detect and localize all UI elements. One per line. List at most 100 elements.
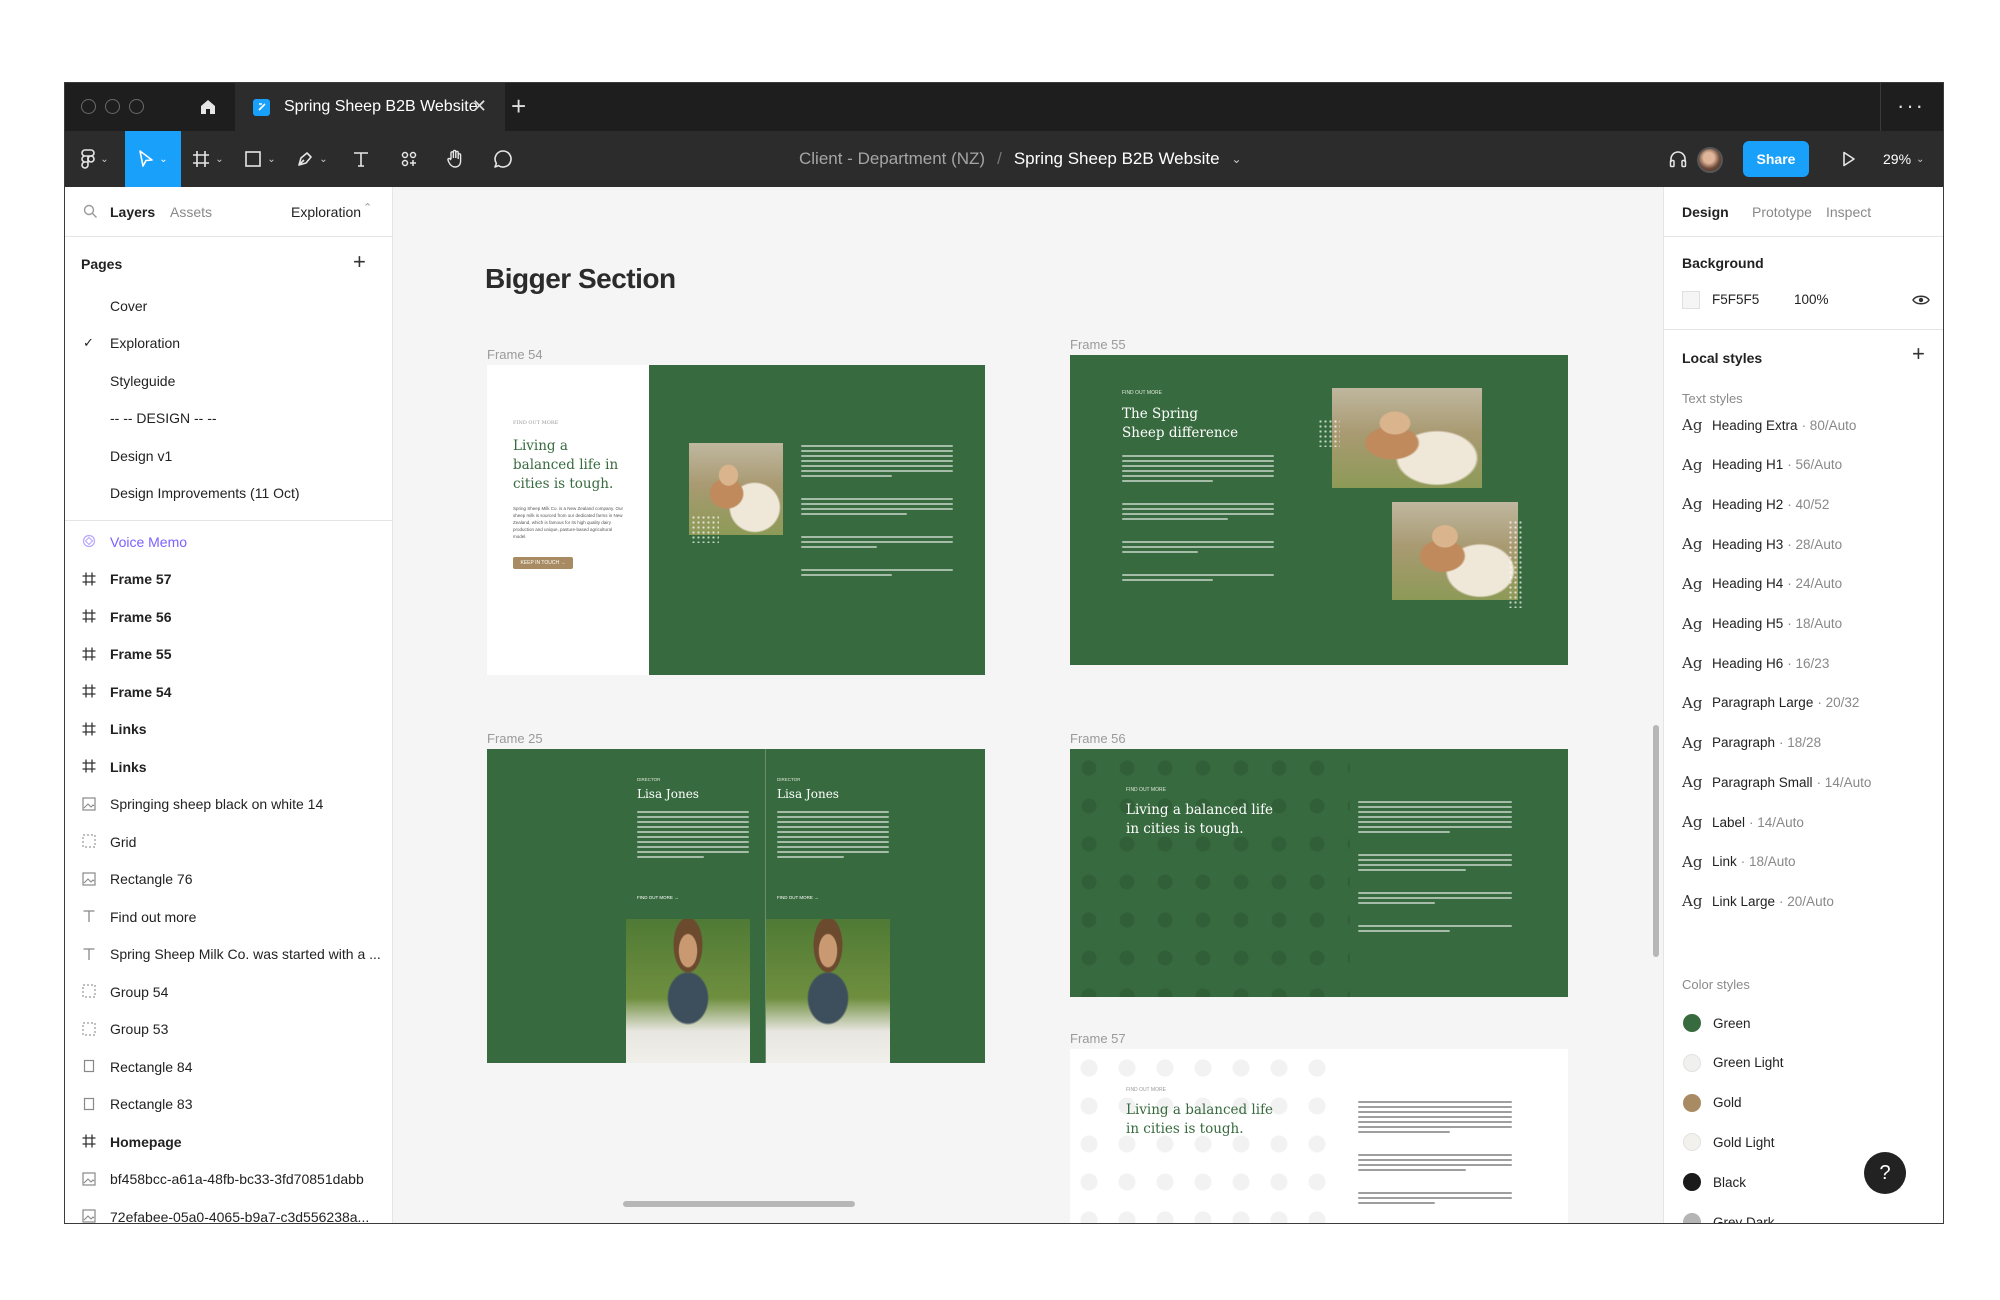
layer-item[interactable]: Frame 55 [65, 636, 392, 674]
color-style-item[interactable]: Black [1682, 1170, 1746, 1194]
text-style-item[interactable]: Ag Heading H2 · 40/52 [1682, 492, 1829, 516]
new-tab-button[interactable]: + [511, 91, 526, 122]
avatar[interactable] [1697, 147, 1723, 173]
text-style-item[interactable]: Ag Link · 18/Auto [1682, 850, 1796, 874]
frame-label[interactable]: Frame 56 [1070, 731, 1126, 746]
layer-item[interactable]: Links [65, 748, 392, 786]
tab-design[interactable]: Design [1682, 204, 1729, 220]
layer-item[interactable]: Frame 57 [65, 561, 392, 599]
layer-item[interactable]: Voice Memo [65, 523, 392, 561]
text-style-item[interactable]: Ag Paragraph Large · 20/32 [1682, 691, 1859, 715]
layer-item[interactable]: Find out more [65, 898, 392, 936]
background-swatch[interactable] [1682, 291, 1700, 309]
chevron-up-icon[interactable]: ⌃ [363, 201, 372, 214]
layer-item[interactable]: Rectangle 84 [65, 1048, 392, 1086]
frame-25[interactable]: DIRECTOR Lisa Jones FIND OUT MORE → DIRE… [487, 749, 985, 1063]
breadcrumb-project[interactable]: Client - Department (NZ) [799, 149, 985, 169]
page-item[interactable]: -- -- DESIGN -- -- [65, 400, 392, 438]
frame-label[interactable]: Frame 55 [1070, 337, 1126, 352]
horizontal-scrollbar[interactable] [623, 1201, 855, 1207]
page-item[interactable]: Styleguide [65, 362, 392, 400]
close-tab-icon[interactable]: ✕ [472, 96, 487, 117]
tab-prototype[interactable]: Prototype [1752, 204, 1812, 220]
text-style-item[interactable]: Ag Label · 14/Auto [1682, 810, 1804, 834]
eye-icon[interactable] [1912, 293, 1930, 307]
frame-label[interactable]: Frame 57 [1070, 1031, 1126, 1046]
help-button[interactable]: ? [1864, 1152, 1906, 1194]
main-menu-button[interactable]: ⌄ [65, 131, 125, 187]
find-out-more-link[interactable]: FIND OUT MORE → [637, 895, 679, 900]
layer-item[interactable]: Frame 54 [65, 673, 392, 711]
layer-item[interactable]: Rectangle 83 [65, 1086, 392, 1124]
frame-label[interactable]: Frame 25 [487, 731, 543, 746]
layer-item[interactable]: Frame 56 [65, 598, 392, 636]
text-style-item[interactable]: Ag Heading Extra · 80/Auto [1682, 413, 1856, 437]
text-style-item[interactable]: Ag Paragraph · 18/28 [1682, 731, 1821, 755]
zoom-dropdown[interactable]: 29% ⌄ [1883, 131, 1924, 187]
audio-button[interactable] [1663, 131, 1693, 187]
frame-54[interactable]: FIND OUT MORE Living a balanced life in … [487, 365, 985, 675]
layer-item[interactable]: Group 53 [65, 1011, 392, 1049]
frame-label[interactable]: Frame 54 [487, 347, 543, 362]
tab-inspect[interactable]: Inspect [1826, 204, 1871, 220]
text-style-item[interactable]: Ag Heading H5 · 18/Auto [1682, 612, 1842, 636]
tab-layers[interactable]: Layers [110, 204, 155, 220]
add-page-icon[interactable]: + [353, 249, 366, 275]
frame-56[interactable]: FIND OUT MORE Living a balanced life in … [1070, 749, 1568, 997]
close-window-button[interactable] [81, 99, 96, 114]
minimize-window-button[interactable] [105, 99, 120, 114]
text-tool[interactable] [341, 131, 381, 187]
color-style-item[interactable]: Green [1682, 1011, 1751, 1035]
pen-tool[interactable]: ⌄ [287, 131, 337, 187]
file-tab[interactable]: Spring Sheep B2B Website ✕ [235, 83, 505, 131]
frame-tool[interactable]: ⌄ [183, 131, 233, 187]
color-style-item[interactable]: Gold [1682, 1091, 1742, 1115]
more-options-icon[interactable]: ··· [1897, 93, 1925, 119]
text-style-item[interactable]: Ag Heading H3 · 28/Auto [1682, 532, 1842, 556]
present-button[interactable] [1833, 131, 1865, 187]
text-style-item[interactable]: Ag Paragraph Small · 14/Auto [1682, 770, 1871, 794]
text-style-item[interactable]: Ag Heading H6 · 16/23 [1682, 651, 1829, 675]
layer-item[interactable]: Springing sheep black on white 14 [65, 786, 392, 824]
vertical-scrollbar[interactable] [1653, 725, 1659, 957]
layer-item[interactable]: Group 54 [65, 973, 392, 1011]
tab-assets[interactable]: Assets [170, 204, 212, 220]
text-style-item[interactable]: Ag Link Large · 20/Auto [1682, 889, 1834, 913]
canvas[interactable]: Bigger Section Frame 54 FIND OUT MORE Li… [393, 187, 1663, 1223]
color-style-item[interactable]: Grey Dark [1682, 1210, 1775, 1223]
page-item[interactable]: Cover [65, 287, 392, 325]
share-button[interactable]: Share [1743, 141, 1809, 177]
shape-tool[interactable]: ⌄ [235, 131, 285, 187]
frame-57[interactable]: FIND OUT MORE Living a balanced life in … [1070, 1049, 1568, 1223]
breadcrumb-file-name[interactable]: Spring Sheep B2B Website [1014, 149, 1220, 169]
hand-tool[interactable] [435, 131, 475, 187]
color-style-item[interactable]: Gold Light [1682, 1130, 1775, 1154]
page-selector[interactable]: Exploration [291, 204, 361, 220]
layer-item[interactable]: Links [65, 711, 392, 749]
keep-in-touch-button[interactable]: KEEP IN TOUCH → [513, 557, 573, 569]
move-tool[interactable]: ⌄ [125, 131, 181, 187]
home-button[interactable] [183, 83, 233, 131]
layer-item[interactable]: 72efabee-05a0-4065-b9a7-c3d556238a... [65, 1198, 392, 1223]
find-out-more-link[interactable]: FIND OUT MORE → [777, 895, 819, 900]
page-item[interactable]: Design v1 [65, 437, 392, 475]
chevron-down-icon[interactable]: ⌄ [1232, 152, 1242, 166]
color-style-item[interactable]: Green Light [1682, 1051, 1784, 1075]
search-icon[interactable] [83, 204, 98, 219]
comment-tool[interactable] [483, 131, 523, 187]
layer-item[interactable]: Grid [65, 823, 392, 861]
text-style-item[interactable]: Ag Heading H1 · 56/Auto [1682, 453, 1842, 477]
layer-item[interactable]: bf458bcc-a61a-48fb-bc33-3fd70851dabb [65, 1161, 392, 1199]
maximize-window-button[interactable] [129, 99, 144, 114]
text-style-item[interactable]: Ag Heading H4 · 24/Auto [1682, 572, 1842, 596]
background-opacity[interactable]: 100% [1794, 292, 1829, 307]
background-hex[interactable]: F5F5F5 [1712, 292, 1759, 307]
layer-item[interactable]: Spring Sheep Milk Co. was started with a… [65, 936, 392, 974]
layer-item[interactable]: Homepage [65, 1123, 392, 1161]
add-style-icon[interactable]: + [1912, 341, 1925, 367]
frame-55[interactable]: FIND OUT MORE The Spring Sheep differenc… [1070, 355, 1568, 665]
resources-tool[interactable] [389, 131, 429, 187]
page-item[interactable]: ✓ Exploration [65, 325, 392, 363]
layer-item[interactable]: Rectangle 76 [65, 861, 392, 899]
page-item[interactable]: Design Improvements (11 Oct) [65, 475, 392, 513]
